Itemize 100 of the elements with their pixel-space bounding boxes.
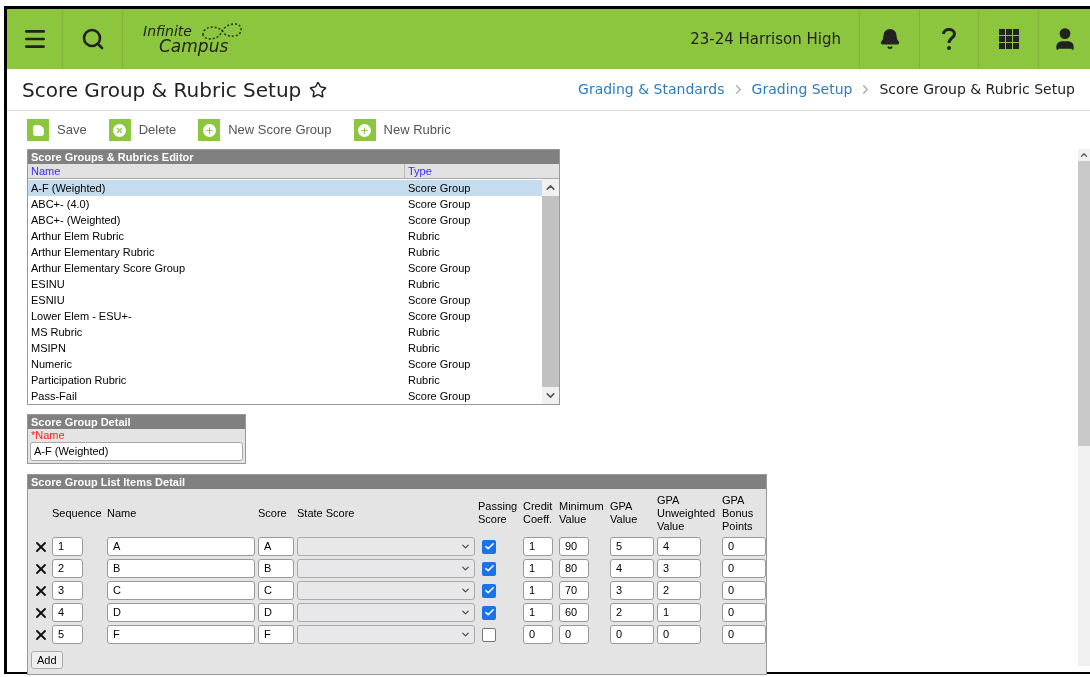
column-header: GPA Bonus Points <box>722 493 755 533</box>
bonus-field[interactable]: 0 <box>722 603 766 622</box>
toolbar-button[interactable]: New Rubric <box>353 119 451 141</box>
chevron-down-icon <box>460 629 471 640</box>
unweighted-field[interactable]: 0 <box>657 625 701 644</box>
minimum-field[interactable]: 80 <box>559 559 589 578</box>
page-scrollbar[interactable] <box>1078 149 1090 666</box>
search-icon <box>80 27 105 51</box>
gpa-field[interactable]: 0 <box>610 625 654 644</box>
column-header: GPA Unweighted Value <box>657 493 717 533</box>
minimum-field[interactable]: 60 <box>559 603 589 622</box>
column-header[interactable]: Name <box>28 164 405 178</box>
passing-checkbox[interactable] <box>482 627 496 642</box>
sequence-field[interactable]: 5 <box>52 625 83 644</box>
credit-field[interactable]: 1 <box>523 603 553 622</box>
delete-icon <box>108 119 131 141</box>
gpa-field[interactable]: 4 <box>610 559 654 578</box>
sequence-field[interactable]: 2 <box>52 559 83 578</box>
unweighted-field[interactable]: 4 <box>657 537 701 556</box>
school-name[interactable]: 23-24 Harrison High <box>690 27 841 51</box>
list-row[interactable]: MS Rubric Rubric <box>28 324 542 340</box>
list-row[interactable]: Arthur Elem Rubric Rubric <box>28 228 542 244</box>
breadcrumb-link[interactable]: Grading & Standards <box>578 79 725 100</box>
column-header: Sequence <box>52 506 103 520</box>
favorite-star-icon[interactable] <box>309 80 328 99</box>
scrollbar[interactable] <box>542 179 559 404</box>
unweighted-field[interactable]: 1 <box>657 603 701 622</box>
credit-field[interactable]: 0 <box>523 625 553 644</box>
scroll-up-icon[interactable] <box>1079 150 1089 160</box>
bonus-field[interactable]: 0 <box>722 581 766 600</box>
panel-title: Score Groups & Rubrics Editor <box>28 150 559 164</box>
bonus-field[interactable]: 0 <box>722 537 766 556</box>
sequence-field[interactable]: 3 <box>52 581 83 600</box>
column-header: Minimum Value <box>559 500 605 526</box>
column-header: Credit Coeff. <box>523 500 554 526</box>
credit-field[interactable]: 1 <box>523 559 553 578</box>
add-button[interactable]: Add <box>31 651 63 669</box>
list-row[interactable]: Lower Elem - ESU+- Score Group <box>28 308 542 324</box>
score-field[interactable]: C <box>258 581 294 600</box>
unweighted-field[interactable]: 2 <box>657 581 701 600</box>
column-header: GPA Value <box>610 500 639 526</box>
logo[interactable]: Infinite Campus <box>143 9 253 69</box>
bonus-field[interactable]: 0 <box>722 559 766 578</box>
field-label: *Name <box>30 429 66 442</box>
item-name-field[interactable]: F <box>107 625 255 644</box>
add-icon <box>353 119 376 141</box>
passing-checkbox[interactable] <box>482 561 496 576</box>
list-row[interactable]: ABC+- (4.0) Score Group <box>28 196 542 212</box>
column-header: Passing Score <box>478 500 519 526</box>
passing-checkbox[interactable] <box>482 583 496 598</box>
minimum-field[interactable]: 90 <box>559 537 589 556</box>
gpa-field[interactable]: 3 <box>610 581 654 600</box>
column-header[interactable]: Type <box>405 164 435 178</box>
score-group-name-field[interactable]: A-F (Weighted) <box>30 442 243 461</box>
column-header: Name <box>107 506 138 520</box>
item-name-field[interactable]: C <box>107 581 255 600</box>
score-field[interactable]: F <box>258 625 294 644</box>
minimum-field[interactable]: 0 <box>559 625 589 644</box>
sequence-field[interactable]: 4 <box>52 603 83 622</box>
toolbar-button[interactable]: New Score Group <box>198 119 332 141</box>
column-header: Score <box>258 506 288 520</box>
list-row[interactable]: MSIPN Rubric <box>28 340 542 356</box>
score-field[interactable]: B <box>258 559 294 578</box>
toolbar-button[interactable]: Delete <box>108 119 177 141</box>
gpa-field[interactable]: 5 <box>610 537 654 556</box>
unweighted-field[interactable]: 3 <box>657 559 701 578</box>
list-row[interactable]: Arthur Elementary Rubric Rubric <box>28 244 542 260</box>
chevron-down-icon <box>460 585 471 596</box>
list-row[interactable]: ESINU Rubric <box>28 276 542 292</box>
chevron-down-icon <box>460 563 471 574</box>
sequence-field[interactable]: 1 <box>52 537 83 556</box>
breadcrumb-current: Score Group & Rubric Setup <box>879 80 1075 99</box>
list-row[interactable]: Arthur Elementary Score Group Score Group <box>28 260 542 276</box>
passing-checkbox[interactable] <box>482 605 496 620</box>
bell-icon <box>878 28 901 50</box>
add-icon <box>198 119 221 141</box>
score-field[interactable]: D <box>258 603 294 622</box>
list-row[interactable]: A-F (Weighted) Score Group <box>28 180 542 196</box>
passing-checkbox[interactable] <box>482 539 496 554</box>
score-field[interactable]: A <box>258 537 294 556</box>
panel-title: Score Group Detail <box>28 415 245 429</box>
chevron-down-icon <box>460 541 471 552</box>
save-icon <box>27 119 49 141</box>
credit-field[interactable]: 1 <box>523 581 553 600</box>
minimum-field[interactable]: 70 <box>559 581 589 600</box>
item-name-field[interactable]: D <box>107 603 255 622</box>
list-row[interactable]: ABC+- (Weighted) Score Group <box>28 212 542 228</box>
credit-field[interactable]: 1 <box>523 537 553 556</box>
item-name-field[interactable]: B <box>107 559 255 578</box>
list-row[interactable]: Pass-Fail Score Group <box>28 388 542 404</box>
breadcrumb-link[interactable]: Grading Setup <box>751 79 853 100</box>
list-row[interactable]: ESNIU Score Group <box>28 292 542 308</box>
toolbar-button[interactable]: Save <box>27 119 87 141</box>
list-row[interactable]: Numeric Score Group <box>28 356 542 372</box>
list-row[interactable]: Participation Rubric Rubric <box>28 372 542 388</box>
bonus-field[interactable]: 0 <box>722 625 766 644</box>
gpa-field[interactable]: 2 <box>610 603 654 622</box>
help-icon <box>941 27 957 51</box>
item-name-field[interactable]: A <box>107 537 255 556</box>
panel-title: Score Group List Items Detail <box>28 475 766 489</box>
